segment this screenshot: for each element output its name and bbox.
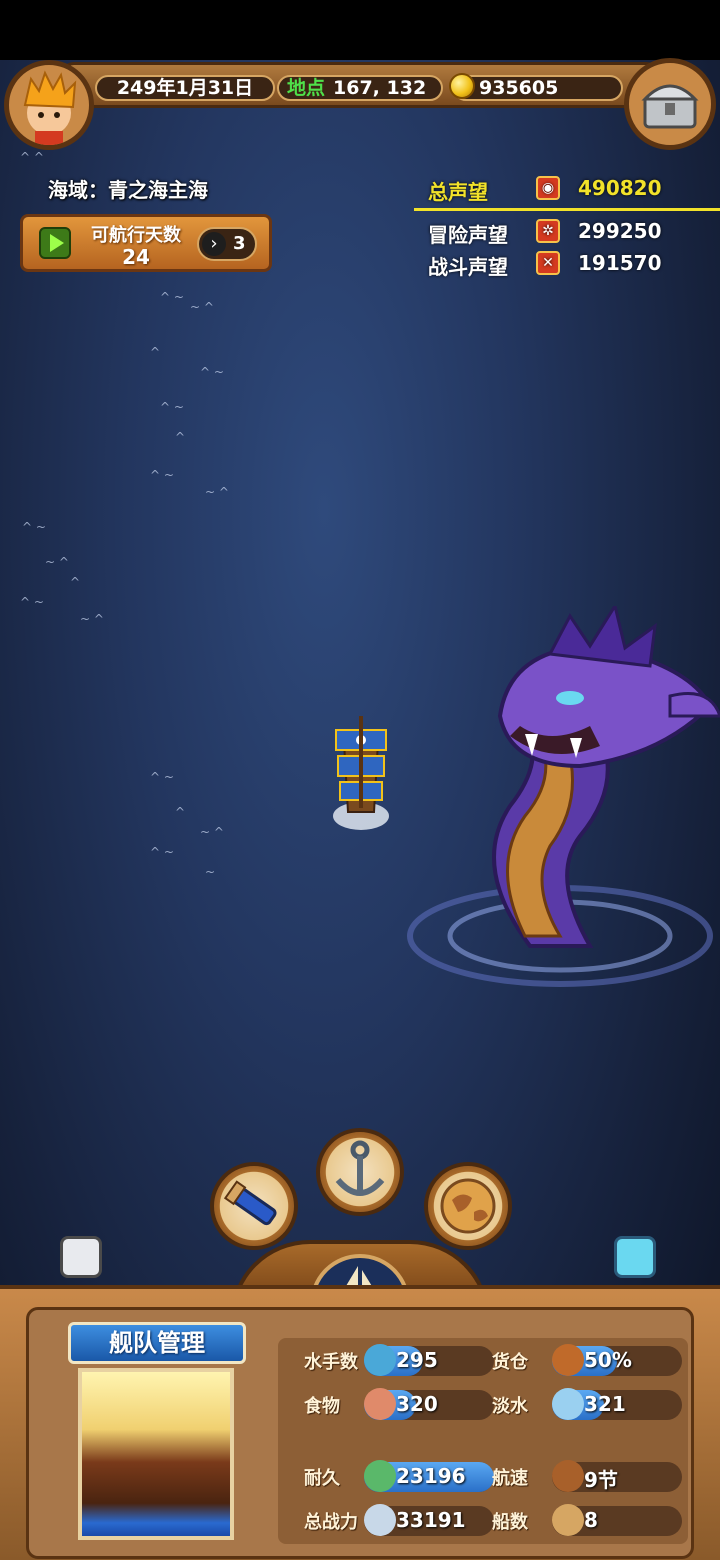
arrow-right-icon: › [202, 232, 226, 256]
status-bar [0, 0, 720, 60]
total-reputation-row: 总声望 ◉ 490820 [428, 176, 662, 205]
treasure-chest-button[interactable] [624, 58, 716, 150]
location-display: 地点 167, 132 [277, 75, 443, 101]
crossed-swords-icon: ✕ [536, 251, 560, 275]
stat-label: 食物 [304, 1396, 340, 1417]
adventure-reputation-value: 299250 [578, 219, 662, 243]
sailing-days-panel: 可航行天数 24 › 3 [20, 214, 272, 272]
date-display: 249年1月31日 [95, 75, 275, 101]
stat-bar: 320 [364, 1388, 494, 1420]
adventure-reputation-row: 冒险声望 ✲ 299250 [428, 219, 662, 248]
cargo-icon [552, 1344, 584, 1376]
gold-display: 935605 [453, 75, 623, 101]
stat-label: 货仓 [492, 1352, 528, 1373]
play-icon[interactable] [39, 227, 71, 259]
sailing-days-label: 可航行天数 [91, 225, 181, 246]
stat-value: 8 [584, 1508, 598, 1532]
ship-count-icon [552, 1504, 584, 1536]
top-info-bar: 249年1月31日 地点 167, 132 935605 [60, 62, 660, 108]
player-avatar[interactable] [4, 60, 94, 150]
reputation-icon: ◉ [536, 176, 560, 200]
stat-value: 50% [584, 1348, 632, 1372]
stat-bar: 321 [552, 1388, 682, 1420]
sea-region-label: 海域：青之海主海 [48, 178, 208, 202]
total-reputation-value: 490820 [578, 176, 662, 200]
location-value: 167, 132 [333, 77, 427, 99]
sea-serpent-monster[interactable] [400, 602, 720, 1026]
combat-reputation-label: 战斗声望 [428, 255, 508, 279]
stat-label: 淡水 [492, 1396, 528, 1417]
stat-value: 23196 [396, 1464, 466, 1488]
gold-coin-icon [449, 73, 475, 99]
total-reputation-label: 总声望 [428, 180, 488, 204]
stat-bar: 33191 [364, 1504, 494, 1536]
adventure-reputation-label: 冒险声望 [428, 223, 508, 247]
stat-label: 船数 [492, 1512, 528, 1533]
fast-forward-button[interactable]: › 3 [197, 227, 257, 261]
stat-bar: 295 [364, 1344, 494, 1376]
blue-cat-pet-icon[interactable] [614, 1236, 656, 1278]
sailor-icon [364, 1344, 396, 1376]
power-icon [364, 1504, 396, 1536]
sailing-days-value: 24 [122, 245, 150, 269]
ship-cross-section-image[interactable] [78, 1368, 234, 1540]
compass-icon: ✲ [536, 219, 560, 243]
stat-bar: 8 [552, 1504, 682, 1536]
stat-value: 9节 [584, 1468, 618, 1492]
location-label: 地点 [287, 77, 326, 99]
stat-bar: 50% [552, 1344, 682, 1376]
anchor-button[interactable] [316, 1128, 404, 1216]
durability-icon [364, 1460, 396, 1492]
stat-value: 320 [396, 1392, 438, 1416]
fast-forward-count: 3 [233, 233, 246, 254]
combat-reputation-row: 战斗声望 ✕ 191570 [428, 251, 662, 280]
stat-value: 295 [396, 1348, 438, 1372]
reputation-divider [414, 208, 720, 211]
stat-label: 耐久 [304, 1468, 340, 1489]
player-ship[interactable] [330, 712, 392, 832]
stat-bar: 9节 [552, 1460, 682, 1492]
stat-label: 总战力 [304, 1512, 358, 1533]
stat-value: 321 [584, 1392, 626, 1416]
speed-icon [552, 1460, 584, 1492]
stat-value: 33191 [396, 1508, 466, 1532]
stat-bar: 23196 [364, 1460, 494, 1492]
white-cube-pet-icon[interactable] [60, 1236, 102, 1278]
water-icon [552, 1388, 584, 1420]
food-icon [364, 1388, 396, 1420]
stat-label: 航速 [492, 1468, 528, 1489]
spyglass-button[interactable] [210, 1162, 298, 1250]
stat-label: 水手数 [304, 1352, 358, 1373]
world-map-button[interactable] [424, 1162, 512, 1250]
fleet-management-button[interactable]: 舰队管理 [68, 1322, 246, 1364]
combat-reputation-value: 191570 [578, 251, 662, 275]
